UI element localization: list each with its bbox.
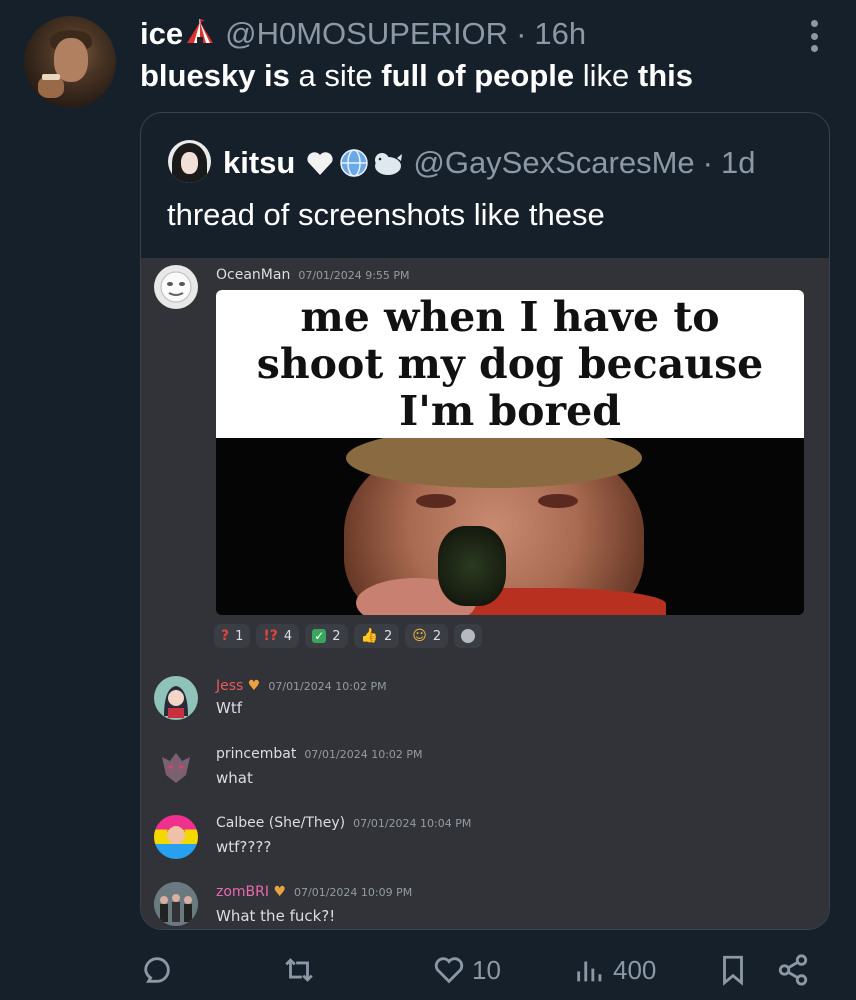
zombri-username: zomBRI ♥ 07/01/2024 10:09 PM: [216, 884, 413, 900]
meme-line-1: me when I have to: [300, 293, 720, 341]
quote-author-name: kitsu: [223, 145, 296, 180]
discord-screenshot: OceanMan 07/01/2024 9:55 PM me when I hav…: [141, 258, 829, 929]
reply-icon: [144, 957, 170, 983]
calbee-avatar: [154, 815, 198, 859]
tweet-header: ice @H0MOSUPERIOR · 16h: [140, 14, 586, 54]
tweet-text: bluesky is a site full of people like th…: [140, 58, 693, 94]
jess-username: Jess ♥ 07/01/2024 10:02 PM: [216, 678, 387, 694]
meme-photo: [216, 438, 804, 615]
oceanman-timestamp: 07/01/2024 9:55 PM: [298, 269, 410, 282]
tweet-actions: 10 400: [0, 945, 856, 1000]
quote-author-handle: @GaySexScaresMe: [413, 145, 695, 180]
seal-icon: [373, 148, 403, 178]
white-heart-icon: [305, 148, 335, 178]
calbee-username: Calbee (She/They) 07/01/2024 10:04 PM: [216, 815, 472, 831]
meme-line-2: shoot my dog because: [256, 340, 764, 388]
circus-tent-icon: [185, 19, 215, 49]
heart-icon: [434, 957, 464, 984]
share-icon: [778, 954, 808, 986]
rainbow-heart-icon: ♥: [247, 678, 261, 694]
reply-button[interactable]: [140, 953, 174, 987]
reactions-bar: ? 1 !? 4 ✓ 2 👍 2 ☺ 2: [214, 624, 483, 648]
author-avatar[interactable]: [24, 16, 116, 108]
reaction-interrobang[interactable]: !? 4: [256, 624, 300, 648]
text-plain-2: like: [574, 58, 638, 93]
oceanman-username: OceanMan 07/01/2024 9:55 PM: [216, 267, 410, 283]
zombri-timestamp: 07/01/2024 10:09 PM: [294, 886, 413, 899]
quoted-tweet[interactable]: kitsu @GaySexScaresMe · 1d thread of scr…: [140, 112, 830, 930]
add-reaction-button[interactable]: [454, 624, 483, 648]
separator-dot: ·: [516, 16, 527, 51]
zombri-avatar: [154, 882, 198, 926]
tweet: ice @H0MOSUPERIOR · 16h bluesky is a sit…: [0, 0, 856, 1000]
bookmark-button[interactable]: [716, 953, 750, 987]
author-name[interactable]: ice: [140, 16, 183, 52]
princembat-username: princembat 07/01/2024 10:02 PM: [216, 746, 423, 762]
meme-line-3: I'm bored: [399, 387, 621, 435]
jess-message: Wtf: [216, 699, 242, 717]
quote-header: kitsu @GaySexScaresMe · 1d: [223, 143, 755, 183]
reaction-question[interactable]: ? 1: [214, 624, 251, 648]
meme-image: me when I have to shoot my dog because I…: [216, 290, 804, 615]
retweet-icon: [285, 958, 313, 982]
zombri-message: What the fuck?!: [216, 907, 336, 925]
calbee-timestamp: 07/01/2024 10:04 PM: [353, 817, 472, 830]
princembat-message: what: [216, 769, 253, 787]
views-icon: [577, 961, 602, 982]
tweet-timestamp[interactable]: 16h: [534, 16, 586, 52]
add-reaction-icon: [461, 629, 476, 643]
bookmark-icon: [723, 955, 743, 986]
text-bold-2: full of people: [381, 58, 575, 93]
princembat-timestamp: 07/01/2024 10:02 PM: [304, 748, 423, 761]
meme-caption: me when I have to shoot my dog because I…: [216, 290, 804, 438]
like-count: 10: [472, 954, 501, 985]
jess-avatar: [154, 676, 198, 720]
quote-separator-dot: ·: [702, 145, 713, 180]
view-count: 400: [613, 954, 657, 985]
like-button[interactable]: 10: [432, 953, 501, 987]
views-button[interactable]: 400: [573, 953, 656, 987]
author-handle[interactable]: @H0MOSUPERIOR: [225, 16, 508, 52]
reaction-check[interactable]: ✓ 2: [305, 624, 348, 648]
text-plain-1: a site: [289, 58, 382, 93]
quote-author-avatar: [168, 140, 211, 183]
text-bold-3: this: [637, 58, 693, 93]
jess-timestamp: 07/01/2024 10:02 PM: [268, 680, 387, 693]
calbee-message: wtf????: [216, 838, 272, 856]
reaction-thumbs-up[interactable]: 👍 2: [353, 624, 400, 648]
text-bold-1: bluesky is: [140, 58, 290, 93]
retweet-button[interactable]: [282, 953, 316, 987]
princembat-avatar: [154, 745, 198, 789]
reaction-smile[interactable]: ☺ 2: [405, 624, 449, 648]
share-button[interactable]: [776, 953, 810, 987]
oceanman-avatar: [154, 265, 198, 309]
globe-icon: [339, 148, 369, 178]
quote-text: thread of screenshots like these: [167, 197, 605, 232]
quote-timestamp: 1d: [720, 145, 756, 180]
rainbow-heart-icon: ♥: [273, 884, 287, 900]
more-options-icon[interactable]: [808, 20, 820, 52]
